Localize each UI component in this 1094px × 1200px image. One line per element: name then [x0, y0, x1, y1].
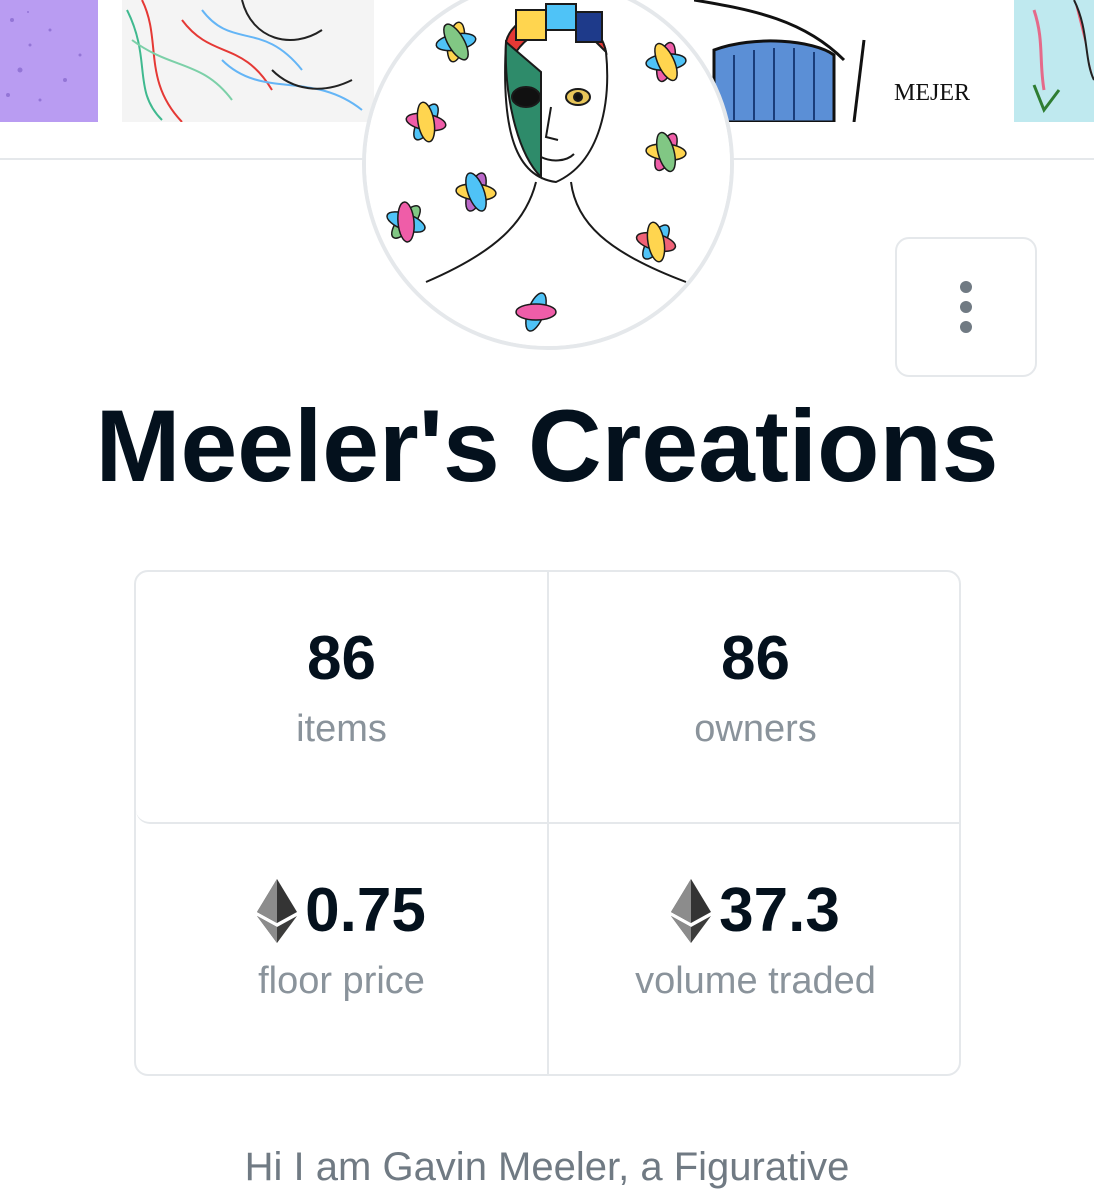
stat-volume-traded[interactable]: 37.3 volume traded [549, 824, 959, 1074]
ethereum-icon [671, 879, 712, 943]
banner-image-sketch [122, 0, 374, 122]
stat-items[interactable]: 86 items [136, 572, 549, 824]
stat-owners[interactable]: 86 owners [549, 572, 959, 824]
stat-volume-traded-row: 37.3 [671, 876, 840, 946]
ethereum-icon [257, 879, 298, 943]
collection-stats: 86 items 86 owners 0.75 floor price 37.3… [134, 570, 961, 1076]
banner-image-cyan [1014, 0, 1094, 122]
more-options-button[interactable] [895, 237, 1037, 377]
stat-floor-price-label: floor price [258, 960, 425, 1002]
stat-items-value: 86 [307, 624, 376, 693]
stat-floor-price-row: 0.75 [257, 876, 426, 946]
stat-floor-price[interactable]: 0.75 floor price [136, 824, 549, 1074]
banner-signature: MEJER [894, 80, 970, 106]
stat-volume-traded-label: volume traded [635, 960, 876, 1002]
banner-image-purple [0, 0, 98, 122]
more-vertical-icon [960, 281, 972, 333]
stat-floor-price-value: 0.75 [305, 876, 426, 945]
stat-owners-value: 86 [721, 624, 790, 693]
stat-volume-traded-value: 37.3 [719, 876, 840, 945]
collection-avatar[interactable] [362, 0, 734, 350]
stat-items-label: items [296, 708, 387, 750]
banner-image-lineart: MEJER [694, 0, 994, 122]
stat-owners-label: owners [694, 708, 817, 750]
collection-title: Meeler's Creations [95, 389, 999, 503]
collection-description: Hi I am Gavin Meeler, a Figurative [244, 1145, 850, 1189]
